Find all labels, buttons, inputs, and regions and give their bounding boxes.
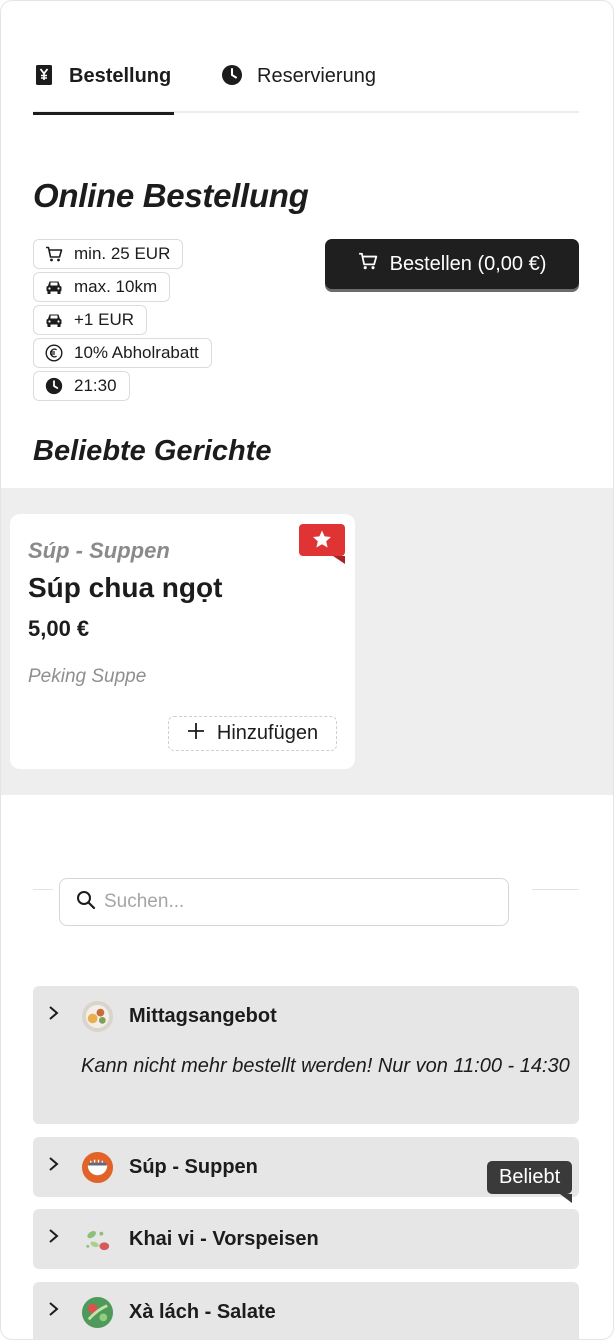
divider [532, 889, 579, 890]
dish-name: Súp chua ngọt [28, 572, 223, 603]
badge-closing-time-label: 21:30 [74, 376, 117, 395]
category-title: Mittagsangebot [129, 1005, 277, 1027]
lunch-plate-icon [81, 1000, 114, 1033]
starter-icon [86, 1230, 110, 1251]
badge-closing-time: 21:30 [33, 371, 130, 401]
clock-icon [221, 64, 243, 86]
category-title: Xà lách - Salate [129, 1301, 276, 1323]
chevron-right-icon [49, 1006, 59, 1020]
soup-bowl-icon [81, 1151, 114, 1184]
car-icon [44, 277, 64, 297]
plus-icon [187, 722, 205, 746]
tab-reservierung-label: Reservierung [257, 65, 376, 87]
euro-icon [44, 343, 64, 363]
search-icon [76, 890, 96, 915]
category-note: Kann nicht mehr bestellt werden! Nur von… [81, 1055, 570, 1077]
badge-pickup-discount-label: 10% Abholrabatt [74, 343, 199, 362]
category-title: Khai vi - Vorspeisen [129, 1228, 319, 1250]
chevron-right-icon [49, 1229, 59, 1243]
dish-description: Peking Suppe [28, 666, 147, 687]
category-salate[interactable]: Xà lách - Salate [33, 1282, 579, 1339]
badge-delivery-fee: +1 EUR [33, 305, 147, 335]
badge-min-order-label: min. 25 EUR [74, 244, 171, 263]
star-badge-icon [299, 524, 345, 564]
category-title: Súp - Suppen [129, 1156, 258, 1178]
receipt-yen-icon [33, 64, 55, 86]
badge-max-distance-label: max. 10km [74, 277, 158, 296]
chevron-right-icon [49, 1302, 59, 1316]
tab-bestellung-label: Bestellung [69, 65, 172, 87]
app-frame: Bestellung Reservierung Online Bestellun… [0, 0, 614, 1340]
search-input[interactable] [104, 891, 484, 913]
search-field[interactable] [59, 878, 509, 926]
badge-delivery-fee-label: +1 EUR [74, 310, 134, 329]
add-to-cart-label: Hinzufügen [216, 722, 319, 744]
category-vorspeisen[interactable]: Khai vi - Vorspeisen [33, 1209, 579, 1269]
order-button[interactable]: Bestellen (0,00 €) [325, 239, 579, 289]
dish-card[interactable]: Súp - Suppen Súp chua ngọt 5,00 € Peking… [10, 514, 355, 769]
dish-price: 5,00 € [28, 616, 90, 641]
order-button-label: Bestellen (0,00 €) [389, 252, 547, 275]
clock-icon [44, 376, 64, 396]
delivery-info-badges: min. 25 EUR max. 10km +1 EUR 10% Abholra… [33, 239, 212, 401]
cart-icon [358, 252, 378, 276]
dish-category: Súp - Suppen [28, 538, 170, 563]
online-order-title: Online Bestellung [33, 177, 309, 214]
tab-bestellung[interactable]: Bestellung [33, 59, 174, 115]
badge-max-distance: max. 10km [33, 272, 171, 302]
popular-dishes-title: Beliebte Gerichte [33, 435, 272, 467]
chevron-right-icon [49, 1157, 59, 1171]
tab-reservierung[interactable]: Reservierung [221, 59, 376, 113]
badge-min-order: min. 25 EUR [33, 239, 184, 269]
cart-icon [44, 244, 64, 264]
badge-pickup-discount: 10% Abholrabatt [33, 338, 212, 368]
category-mittagsangebot[interactable]: Mittagsangebot Kann nicht mehr bestellt … [33, 986, 579, 1124]
add-to-cart-button[interactable]: Hinzufügen [168, 716, 337, 751]
car-icon [44, 310, 64, 330]
tab-bar: Bestellung Reservierung [33, 59, 579, 115]
popular-dishes-section: Súp - Suppen Súp chua ngọt 5,00 € Peking… [1, 488, 613, 795]
popular-tooltip: Beliebt [487, 1161, 573, 1203]
salad-icon [81, 1296, 114, 1329]
divider [33, 889, 53, 890]
